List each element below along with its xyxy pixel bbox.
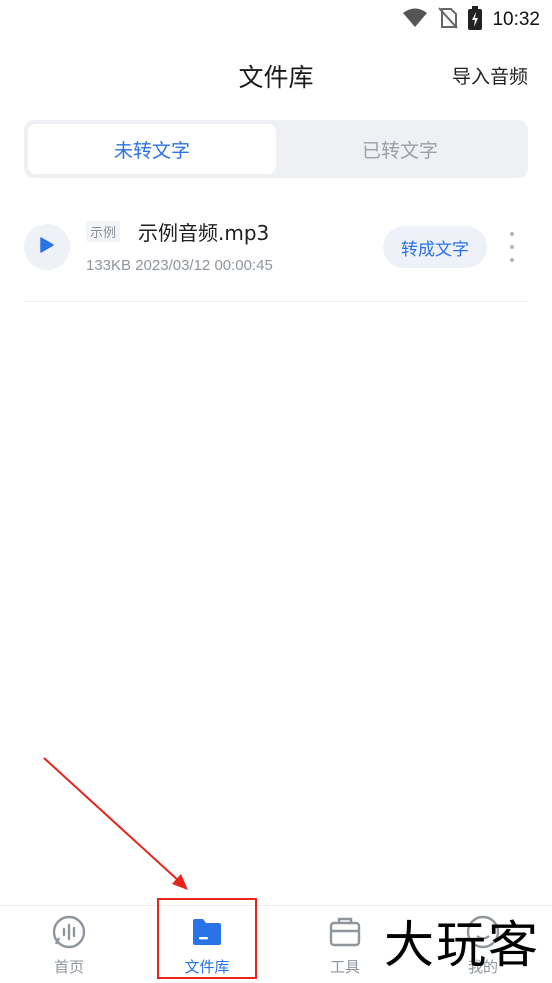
play-button[interactable] xyxy=(24,224,70,270)
nav-label-home: 首页 xyxy=(53,958,84,976)
nav-item-home[interactable]: 首页 xyxy=(0,906,138,983)
import-audio-button[interactable]: 导入音频 xyxy=(452,62,528,89)
file-list-item[interactable]: 示例 示例音频.mp3 133KB 2023/03/12 00:00:45 转成… xyxy=(24,200,528,302)
convert-to-text-button[interactable]: 转成文字 xyxy=(383,226,487,268)
no-sim-icon xyxy=(438,7,459,33)
toolbox-icon xyxy=(327,914,363,950)
status-bar: 10:32 xyxy=(0,0,552,36)
more-options-icon[interactable] xyxy=(504,232,520,262)
header: 文件库 导入音频 xyxy=(0,48,552,100)
voice-wave-icon xyxy=(51,914,87,950)
tab-converted[interactable]: 已转文字 xyxy=(276,124,524,174)
watermark: 大玩客 xyxy=(384,916,540,974)
conversion-status-tabs: 未转文字 已转文字 xyxy=(24,120,528,178)
play-icon xyxy=(40,237,54,257)
status-icons: 10:32 xyxy=(402,6,540,34)
annotation-highlight-box xyxy=(157,898,257,979)
tab-unconverted[interactable]: 未转文字 xyxy=(28,124,276,174)
wifi-icon xyxy=(402,8,428,32)
battery-charging-icon xyxy=(468,6,483,34)
file-meta: 133KB 2023/03/12 00:00:45 xyxy=(86,257,273,274)
sample-tag: 示例 xyxy=(86,221,121,242)
nav-label-tools: 工具 xyxy=(329,958,360,976)
status-time: 10:32 xyxy=(492,9,540,30)
file-name: 示例音频.mp3 xyxy=(138,221,270,245)
